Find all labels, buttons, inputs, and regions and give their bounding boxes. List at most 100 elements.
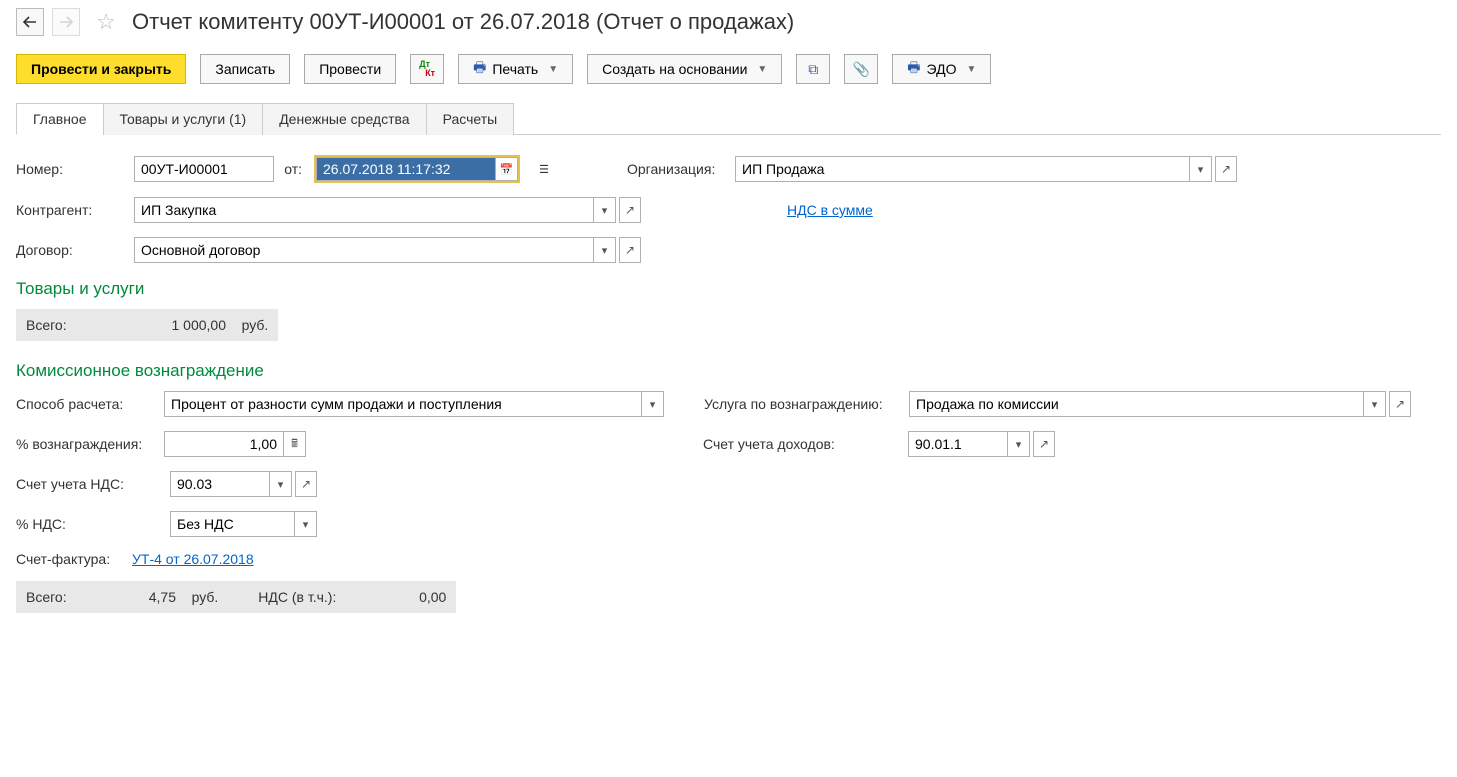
open-icon: ↗: [301, 477, 311, 491]
tab-goods[interactable]: Товары и услуги (1): [103, 103, 264, 135]
row-number: Номер: от: 📅 ☰ Организация: ▾ ↗: [16, 155, 1441, 183]
income-account-label: Счет учета доходов:: [703, 436, 908, 452]
nds-percent-input[interactable]: [170, 511, 295, 537]
nav-forward-button[interactable]: [52, 8, 80, 36]
toolbar: Провести и закрыть Записать Провести ДтК…: [16, 54, 1441, 84]
percent-reward-input[interactable]: [164, 431, 284, 457]
nds-incl-label: НДС (в т.ч.):: [258, 589, 336, 605]
create-based-on-button[interactable]: Создать на основании ▼: [587, 54, 782, 84]
row-nds-percent: % НДС: ▾: [16, 511, 1441, 537]
arrow-left-icon: [23, 16, 37, 28]
create-based-label: Создать на основании: [602, 61, 747, 77]
tab-main[interactable]: Главное: [16, 103, 104, 135]
structure-button[interactable]: ⧉: [796, 54, 830, 84]
nav-back-button[interactable]: [16, 8, 44, 36]
commission-summary: Всего: 4,75 руб. НДС (в т.ч.): 0,00: [16, 581, 456, 613]
open-icon: ↗: [1039, 437, 1049, 451]
page-title: Отчет комитенту 00УТ-И00001 от 26.07.201…: [132, 9, 794, 35]
total-currency: руб.: [192, 589, 219, 605]
nds-percent-group: ▾: [170, 511, 317, 537]
goods-section-title: Товары и услуги: [16, 279, 1441, 299]
favorite-star-icon[interactable]: ☆: [94, 10, 118, 34]
invoice-label: Счет-фактура:: [16, 551, 126, 567]
calculator-icon: 🖩: [291, 435, 298, 454]
calculator-button[interactable]: 🖩: [284, 431, 306, 457]
contract-dropdown-button[interactable]: ▾: [594, 237, 616, 263]
structure-icon: ⧉: [808, 61, 818, 78]
tab-calc[interactable]: Расчеты: [426, 103, 515, 135]
nds-account-open-button[interactable]: ↗: [295, 471, 317, 497]
print-button[interactable]: 🖶 Печать ▼: [458, 54, 573, 84]
calendar-icon: 📅: [500, 163, 514, 176]
income-account-open-button[interactable]: ↗: [1033, 431, 1055, 457]
service-reward-group: ▾ ↗: [909, 391, 1411, 417]
nds-link[interactable]: НДС в сумме: [787, 202, 873, 218]
row-percent-reward: % вознаграждения: 🖩 Счет учета доходов: …: [16, 431, 1441, 457]
nds-account-dropdown-button[interactable]: ▾: [270, 471, 292, 497]
total-value: 4,75: [116, 589, 176, 605]
service-reward-open-button[interactable]: ↗: [1389, 391, 1411, 417]
date-input[interactable]: [316, 157, 496, 181]
tab-money[interactable]: Денежные средства: [262, 103, 426, 135]
chevron-down-icon: ▼: [966, 64, 976, 75]
org-dropdown-button[interactable]: ▾: [1190, 156, 1212, 182]
chevron-down-icon: ▾: [602, 204, 608, 217]
edo-icon: 🖶: [907, 57, 920, 81]
attach-button[interactable]: 📎: [844, 54, 878, 84]
org-open-button[interactable]: ↗: [1215, 156, 1237, 182]
contract-input[interactable]: [134, 237, 594, 263]
post-and-close-button[interactable]: Провести и закрыть: [16, 54, 186, 84]
nds-account-input[interactable]: [170, 471, 270, 497]
calc-method-label: Способ расчета:: [16, 396, 164, 412]
calc-method-group: ▾: [164, 391, 664, 417]
contract-label: Договор:: [16, 242, 128, 258]
header-row: ☆ Отчет комитенту 00УТ-И00001 от 26.07.2…: [16, 8, 1441, 36]
number-input[interactable]: [134, 156, 274, 182]
post-button[interactable]: Провести: [304, 54, 396, 84]
date-field-group: 📅: [314, 155, 520, 183]
total-label: Всего:: [26, 589, 106, 605]
tabs: Главное Товары и услуги (1) Денежные сре…: [16, 102, 1441, 135]
service-reward-dropdown-button[interactable]: ▾: [1364, 391, 1386, 417]
dtkt-button[interactable]: ДтКт: [410, 54, 444, 84]
from-label: от:: [280, 161, 308, 177]
row-contract: Договор: ▾ ↗: [16, 237, 1441, 263]
row-calc-method: Способ расчета: ▾ Услуга по вознагражден…: [16, 391, 1441, 417]
calendar-button[interactable]: 📅: [496, 157, 518, 181]
invoice-link[interactable]: УТ-4 от 26.07.2018: [132, 551, 254, 567]
chevron-down-icon: ▼: [548, 64, 558, 75]
number-label: Номер:: [16, 161, 128, 177]
org-input[interactable]: [735, 156, 1190, 182]
nds-percent-dropdown-button[interactable]: ▾: [295, 511, 317, 537]
contract-open-button[interactable]: ↗: [619, 237, 641, 263]
save-button[interactable]: Записать: [200, 54, 290, 84]
org-label: Организация:: [627, 161, 729, 177]
edo-button[interactable]: 🖶 ЭДО ▼: [892, 54, 991, 84]
goods-total-currency: руб.: [242, 317, 269, 333]
income-account-dropdown-button[interactable]: ▾: [1008, 431, 1030, 457]
service-reward-input[interactable]: [909, 391, 1364, 417]
contragent-input[interactable]: [134, 197, 594, 223]
income-account-group: ▾ ↗: [908, 431, 1055, 457]
open-icon: ↗: [1395, 397, 1405, 411]
chevron-down-icon: ▾: [278, 478, 284, 491]
list-icon: ☰: [539, 163, 549, 176]
printer-icon: 🖶: [473, 57, 486, 81]
calc-method-input[interactable]: [164, 391, 642, 417]
list-button[interactable]: ☰: [533, 156, 555, 182]
goods-total-value: 1 000,00: [156, 317, 226, 333]
chevron-down-icon: ▾: [650, 398, 656, 411]
contract-field-group: ▾ ↗: [134, 237, 641, 263]
nds-incl-value: 0,00: [346, 589, 446, 605]
income-account-input[interactable]: [908, 431, 1008, 457]
row-nds-account: Счет учета НДС: ▾ ↗: [16, 471, 1441, 497]
arrow-right-icon: [59, 16, 73, 28]
nds-account-label: Счет учета НДС:: [16, 476, 164, 492]
open-icon: ↗: [625, 203, 635, 217]
chevron-down-icon: ▾: [1016, 438, 1022, 451]
contragent-dropdown-button[interactable]: ▾: [594, 197, 616, 223]
paperclip-icon: 📎: [853, 61, 870, 78]
chevron-down-icon: ▾: [1372, 398, 1378, 411]
calc-method-dropdown-button[interactable]: ▾: [642, 391, 664, 417]
contragent-open-button[interactable]: ↗: [619, 197, 641, 223]
